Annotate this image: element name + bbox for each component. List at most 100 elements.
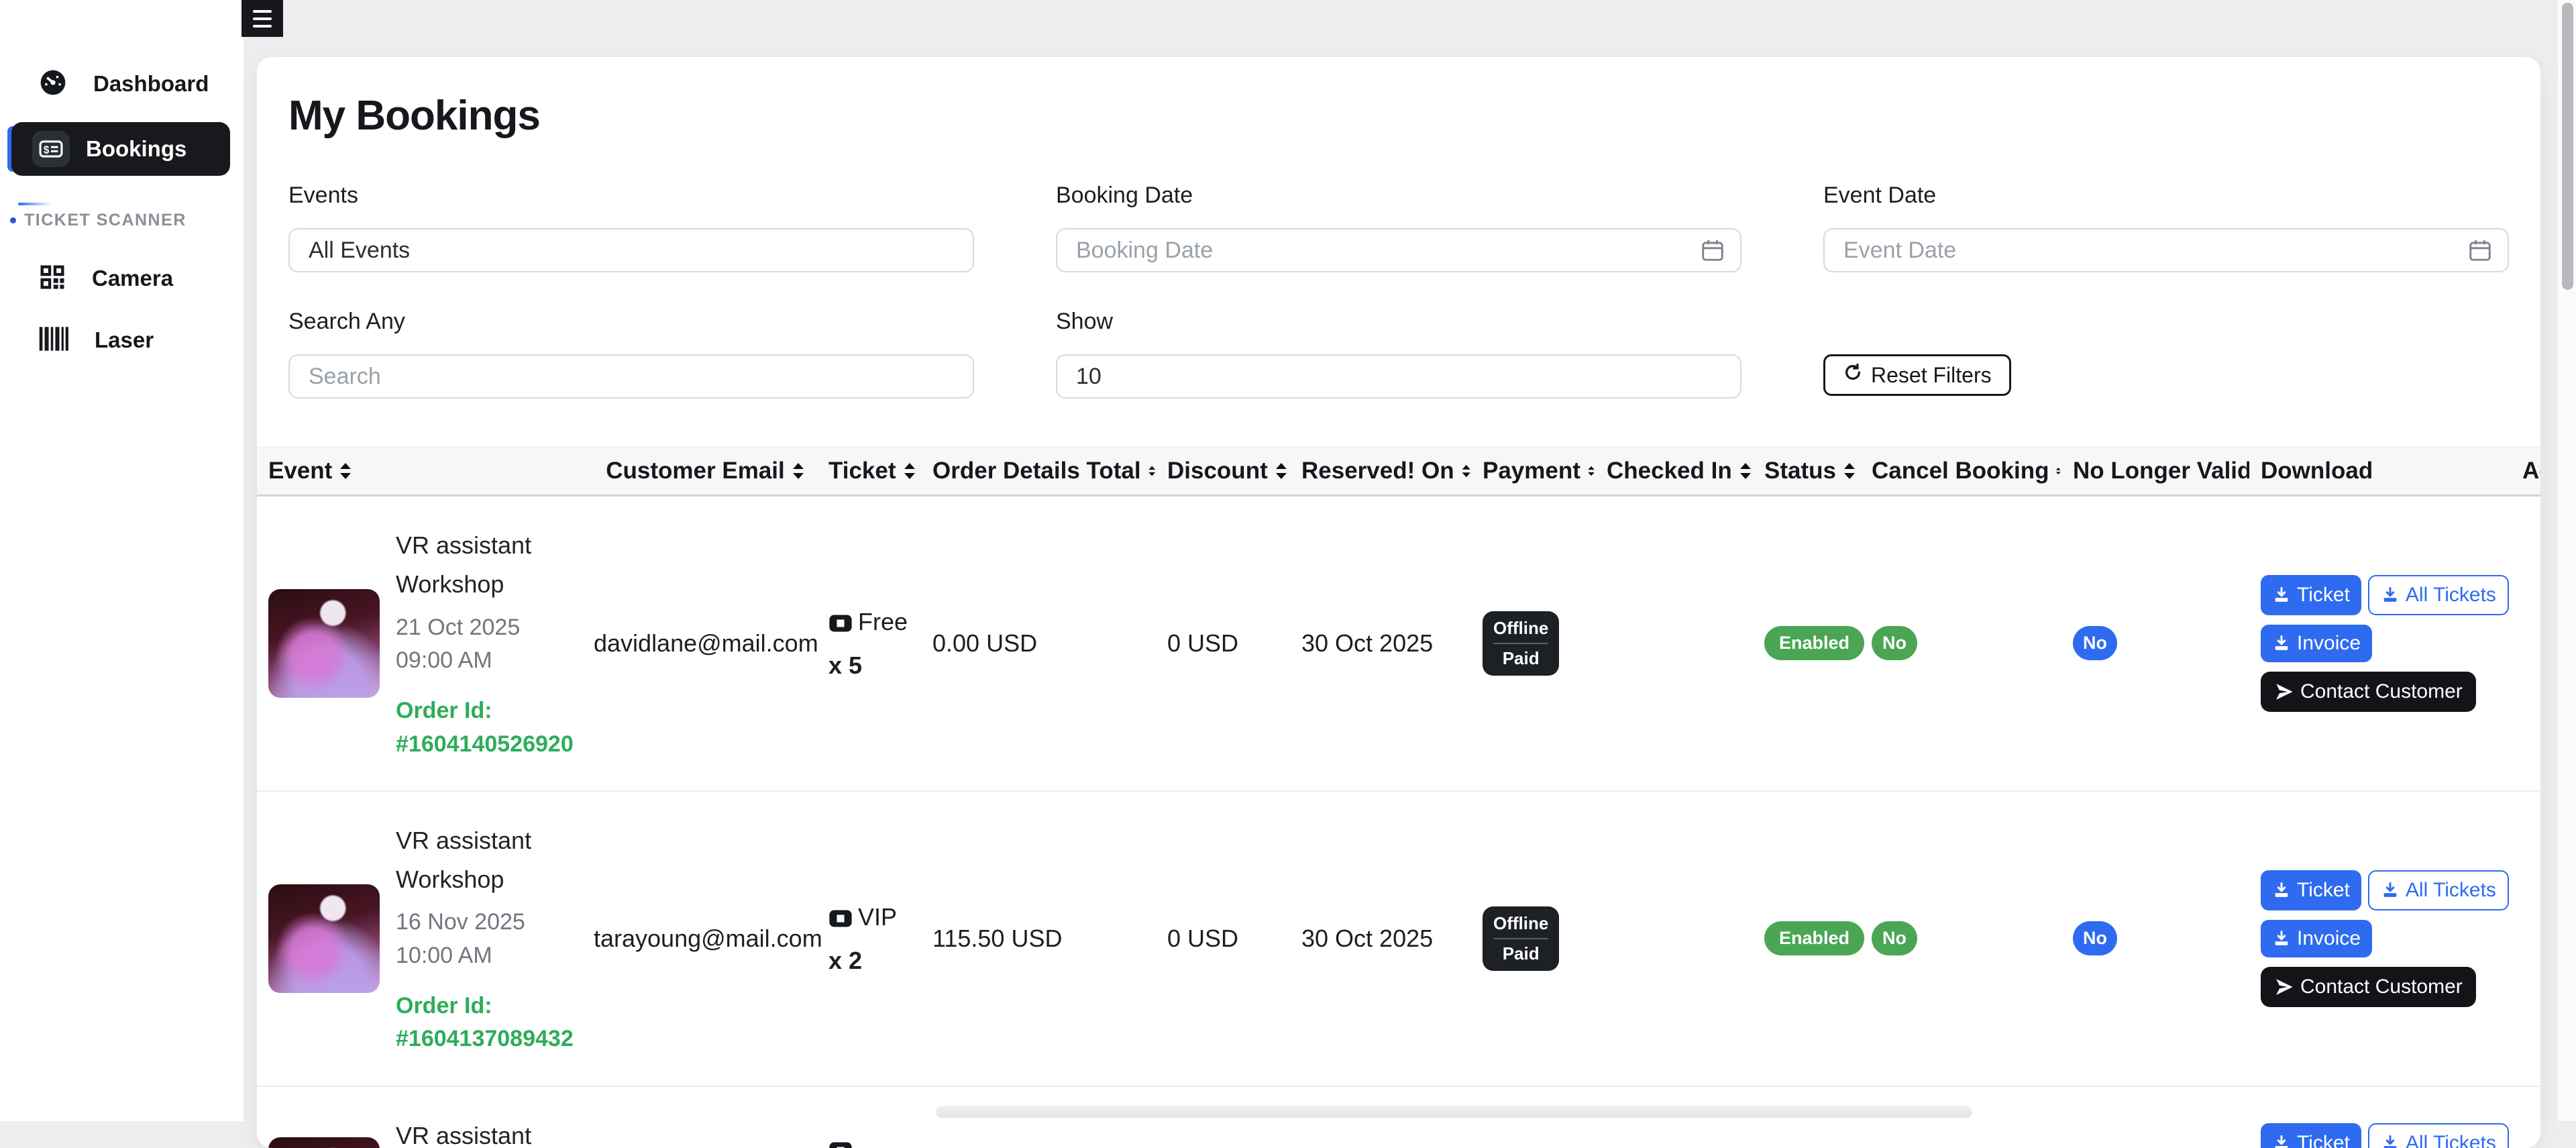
table-row: VR assistant Workshop 21 Oct 2025 09:00 …	[257, 497, 2540, 792]
col-header-payment[interactable]: Payment	[1471, 458, 1595, 484]
sidebar-item-bookings[interactable]: $ Bookings	[11, 122, 230, 176]
status-cell: Enabled	[1753, 921, 1860, 955]
events-select[interactable]	[288, 228, 974, 272]
download-ticket-button[interactable]: Ticket	[2261, 1123, 2361, 1148]
horizontal-scrollbar-thumb[interactable]	[936, 1106, 1972, 1118]
status-badge: Enabled	[1764, 626, 1864, 660]
order-total: 0.00 USD	[921, 629, 1156, 658]
ticket-cell: Free x 5	[817, 601, 921, 686]
payment-cell: Offline Paid	[1471, 611, 1595, 676]
cancel-booking-cell: No	[1860, 921, 2061, 955]
filter-search: Search Any	[288, 307, 974, 399]
sidebar-item-camera[interactable]: Camera	[0, 248, 244, 309]
download-all-tickets-button[interactable]: All Tickets	[2368, 1123, 2509, 1148]
col-header-status[interactable]: Status	[1753, 458, 1860, 484]
payment-cell: Offline Paid	[1471, 906, 1595, 971]
reserved-on: 30 Oct 2025	[1290, 629, 1471, 658]
sidebar: Dashboard $ Bookings TICKET SCANNER	[0, 0, 244, 1121]
col-header-reserved-on[interactable]: Reserved! On	[1290, 458, 1471, 484]
cancel-booking-badge: No	[1872, 921, 1917, 955]
filters-panel: Events Booking Date Event Date	[257, 181, 2540, 399]
contact-customer-button[interactable]: Contact Customer	[2261, 672, 2476, 712]
booking-date-input[interactable]	[1056, 228, 1741, 272]
sidebar-item-laser[interactable]: Laser	[0, 309, 244, 371]
download-ticket-button[interactable]: Ticket	[2261, 575, 2361, 615]
download-invoice-button[interactable]: Invoice	[2261, 920, 2372, 957]
reset-filters-button[interactable]: Reset Filters	[1823, 354, 2011, 396]
cancel-booking-cell: No	[1860, 626, 2061, 660]
event-title: VR assistant Workshop	[396, 821, 582, 900]
vertical-scrollbar-thumb[interactable]	[2562, 3, 2573, 290]
no-longer-valid-cell: No	[2061, 921, 2249, 955]
event-datetime: 21 Oct 2025 09:00 AM	[396, 611, 582, 678]
show-label: Show	[1056, 307, 1741, 335]
download-invoice-button[interactable]: Invoice	[2261, 625, 2372, 662]
ticket-cell: VIP x 2	[817, 896, 921, 981]
col-header-order-details-total[interactable]: Order Details Total	[921, 458, 1156, 484]
order-total: 115.50 USD	[921, 925, 1156, 953]
discount: 0 USD	[1156, 629, 1290, 658]
svg-text:$: $	[44, 144, 50, 156]
col-header-cancel-booking[interactable]: Cancel Booking	[1860, 458, 2061, 484]
show-count-input[interactable]	[1056, 354, 1741, 399]
event-datetime: 16 Nov 2025 10:00 AM	[396, 906, 582, 972]
qr-code-icon	[38, 263, 66, 295]
filter-event-date: Event Date	[1823, 181, 2509, 272]
download-ticket-button[interactable]: Ticket	[2261, 870, 2361, 910]
col-header-customer-email[interactable]: Customer Email	[582, 458, 817, 484]
col-header-discount[interactable]: Discount	[1156, 458, 1290, 484]
bookings-ticket-icon: $	[32, 131, 70, 167]
booking-date-label: Booking Date	[1056, 181, 1741, 209]
download-all-tickets-button[interactable]: All Tickets	[2368, 870, 2509, 910]
ticket-icon	[828, 604, 853, 645]
download-cell: Ticket All Tickets Invoice Contact Custo…	[2249, 1123, 2511, 1148]
reset-filters-label: Reset Filters	[1871, 363, 1992, 388]
event-cell: VR assistant Workshop 21 Oct 2025 09:00 …	[257, 526, 582, 761]
sidebar-section-ticket-scanner: TICKET SCANNER	[10, 211, 244, 230]
ticket-icon	[828, 1131, 853, 1148]
event-thumbnail	[268, 884, 380, 993]
contact-customer-button[interactable]: Contact Customer	[2261, 967, 2476, 1007]
menu-toggle-button[interactable]	[241, 0, 283, 37]
status-cell: Enabled	[1753, 626, 1860, 660]
col-header-event[interactable]: Event	[257, 458, 582, 484]
order-id: Order Id: #1604140526920	[396, 694, 582, 761]
main-content: My Bookings Events Booking Date	[244, 0, 2576, 1121]
calendar-icon[interactable]	[2467, 238, 2493, 266]
event-date-input[interactable]	[1823, 228, 2509, 272]
sidebar-item-dashboard[interactable]: Dashboard	[0, 55, 244, 113]
table-header-row: Event Customer Email Ticket Order Detail…	[257, 447, 2540, 497]
vertical-scrollbar-track[interactable]	[2557, 0, 2576, 1121]
event-cell: VR assistant Workshop 16 Nov 2025 10:00 …	[257, 821, 582, 1056]
download-all-tickets-button[interactable]: All Tickets	[2368, 575, 2509, 615]
filter-reset: Reset Filters	[1823, 307, 2509, 399]
no-longer-valid-cell: No	[2061, 626, 2249, 660]
calendar-icon[interactable]	[1700, 238, 1725, 266]
page-title: My Bookings	[257, 92, 2540, 140]
event-thumbnail	[268, 1137, 380, 1148]
section-accent-line	[18, 203, 52, 205]
hamburger-icon	[253, 10, 272, 13]
table-row: VR assistant Workshop 16 Nov 2025 10:00 …	[257, 792, 2540, 1087]
order-id: Order Id: #1604137089432	[396, 990, 582, 1056]
customer-email: davidlane@mail.com	[582, 629, 817, 658]
status-badge: Enabled	[1764, 921, 1864, 955]
reserved-on: 30 Oct 2025	[1290, 925, 1471, 953]
sidebar-item-label: Camera	[92, 266, 173, 291]
search-input[interactable]	[288, 354, 974, 399]
download-cell: Ticket All Tickets Invoice Contact Custo…	[2249, 575, 2511, 712]
search-label: Search Any	[288, 307, 974, 335]
event-title: VR assistant Workshop	[396, 526, 582, 605]
no-longer-valid-badge: No	[2073, 921, 2117, 955]
filter-show: Show	[1056, 307, 1741, 399]
bookings-card: My Bookings Events Booking Date	[257, 57, 2540, 1148]
sidebar-item-label: Laser	[95, 327, 154, 353]
payment-badge: Offline Paid	[1483, 611, 1559, 676]
col-header-ticket[interactable]: Ticket	[817, 458, 921, 484]
section-label: TICKET SCANNER	[24, 211, 186, 230]
event-thumbnail	[268, 589, 380, 698]
refresh-icon	[1843, 362, 1863, 388]
customer-email: tarayoung@mail.com	[582, 925, 817, 953]
col-header-checked-in[interactable]: Checked In	[1595, 458, 1753, 484]
events-label: Events	[288, 181, 974, 209]
